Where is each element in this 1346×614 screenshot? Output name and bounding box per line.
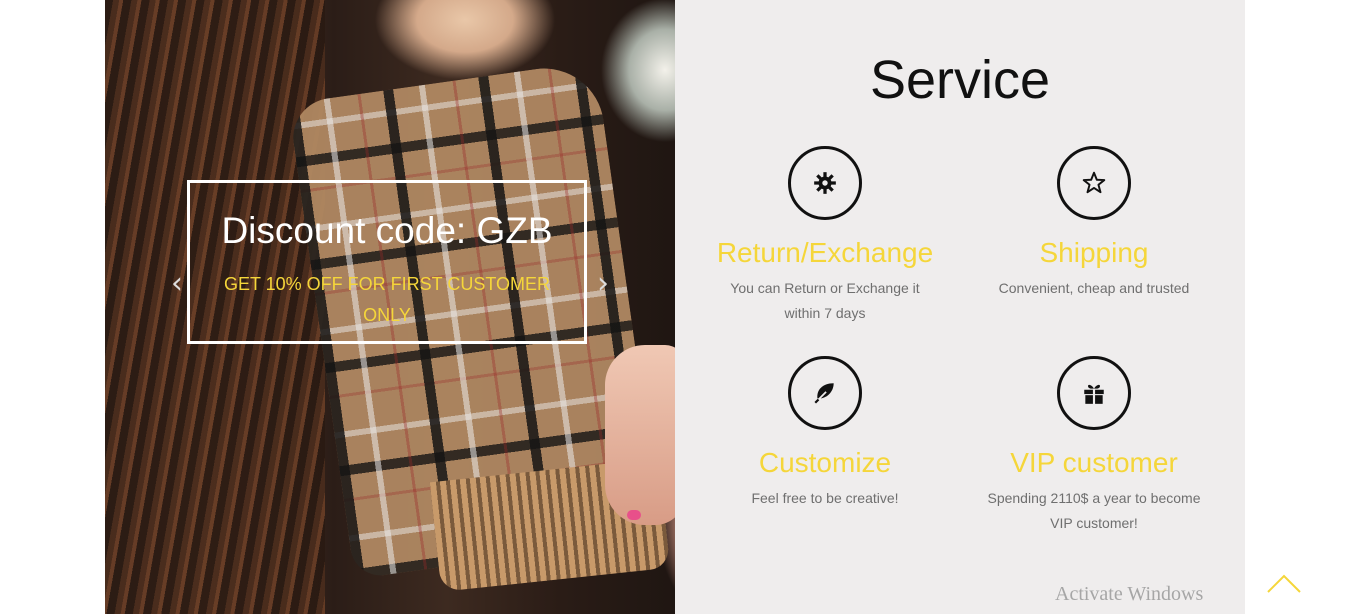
gear-icon xyxy=(788,146,862,220)
gift-icon xyxy=(1057,356,1131,430)
discount-code-title: Discount code: GZB xyxy=(221,210,553,251)
service-title: Service xyxy=(869,50,1051,110)
service-card-shipping: Shipping Convenient, cheap and trusted xyxy=(959,146,1229,301)
service-card-title: Return/Exchange xyxy=(716,237,934,268)
service-card-title: Shipping xyxy=(1039,237,1149,268)
activate-windows-watermark: Activate Windows xyxy=(1055,583,1204,605)
star-icon xyxy=(1057,146,1131,220)
chevron-up-icon xyxy=(1267,574,1301,593)
service-card-desc: Feel free to be creative! xyxy=(751,490,899,506)
service-card-return-exchange: Return/Exchange You can Return or Exchan… xyxy=(690,146,960,326)
hero-hand-decoration xyxy=(605,345,675,525)
hero-slider: ‹ Discount code: GZB GET 10% OFF FOR FIR… xyxy=(105,0,675,614)
hero-nail-decoration xyxy=(627,510,641,520)
service-panel: Service Return/Exchange You can Return o… xyxy=(675,0,1245,614)
service-card-vip: VIP customer Spending 2110$ a year to be… xyxy=(959,356,1229,536)
slider-next-arrow[interactable]: › xyxy=(593,260,613,308)
service-card-customize: Customize Feel free to be creative! xyxy=(690,356,960,511)
service-card-desc: You can Return or Exchange it within 7 d… xyxy=(730,280,920,321)
discount-caption-box: Discount code: GZB GET 10% OFF FOR FIRST… xyxy=(187,180,587,344)
service-card-desc: Spending 2110$ a year to become VIP cust… xyxy=(987,490,1201,531)
discount-subtitle: GET 10% OFF FOR FIRST CUSTOMER ONLY xyxy=(223,274,551,325)
scroll-to-top-button[interactable] xyxy=(1266,568,1302,598)
leaf-icon xyxy=(788,356,862,430)
service-card-title: Customize xyxy=(758,447,892,478)
service-card-desc: Convenient, cheap and trusted xyxy=(998,280,1190,296)
service-card-title: VIP customer xyxy=(1010,447,1178,478)
slider-prev-arrow[interactable]: ‹ xyxy=(167,260,187,308)
